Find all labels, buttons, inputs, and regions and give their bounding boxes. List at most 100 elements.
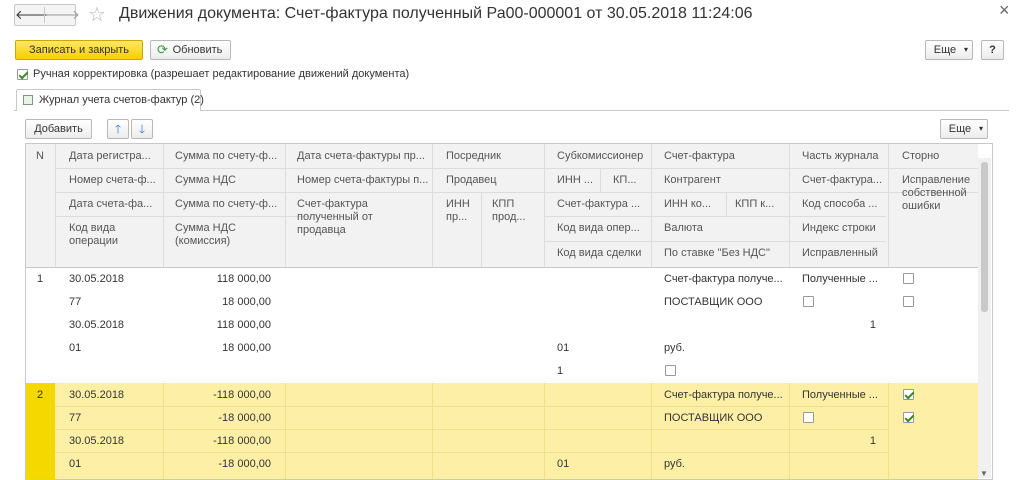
col-seller-invoice-date[interactable]: Дата счета-фактуры пр...: [297, 150, 429, 163]
cell-currency[interactable]: руб.: [664, 457, 685, 471]
manual-correction-checkbox[interactable]: [17, 69, 28, 80]
forward-button[interactable]: 🡒: [45, 5, 80, 25]
tab-invoice-journal[interactable]: Журнал учета счетов-фактур (2): [16, 89, 204, 111]
col-subcommissioner[interactable]: Субкомиссионер: [557, 150, 649, 163]
col-invoice-date[interactable]: Дата счета-фа...: [69, 198, 161, 211]
col-journal-part[interactable]: Часть журнала: [802, 150, 886, 163]
col-counterparty-kpp[interactable]: КПП к...: [735, 198, 787, 211]
arrow-right-icon: 🡒: [45, 7, 80, 22]
cell-vat-commission[interactable]: 18 000,00: [166, 341, 271, 355]
cell-invoice-sum[interactable]: 118 000,00: [166, 272, 271, 286]
scroll-down-icon[interactable]: ▼: [980, 469, 988, 478]
close-icon[interactable]: ×: [999, 0, 1010, 21]
col-invoice[interactable]: Счет-фактура: [664, 150, 786, 163]
move-down-button[interactable]: 🡓: [131, 119, 153, 139]
cell-invoice-sum-2[interactable]: 118 000,00: [166, 318, 271, 332]
cell-invoice-number[interactable]: 77: [69, 411, 81, 425]
cell-line-index[interactable]: 1: [802, 434, 876, 448]
journal-invoice-checkbox[interactable]: [803, 412, 814, 423]
cell-invoice[interactable]: Счет-фактура получе...: [664, 388, 786, 402]
col-seller-invoice-number[interactable]: Номер счета-фактуры п...: [297, 174, 429, 187]
col-vat-sum[interactable]: Сумма НДС: [175, 174, 283, 187]
grid-more-button[interactable]: Еще ▾: [940, 119, 988, 139]
col-sub-inn[interactable]: ИНН ...: [557, 174, 597, 187]
back-button[interactable]: 🡐: [15, 5, 50, 25]
col-n[interactable]: N: [36, 150, 44, 163]
cell-date-reg[interactable]: 30.05.2018: [69, 272, 124, 286]
vertical-scrollbar[interactable]: ▼: [978, 158, 991, 478]
add-button[interactable]: Добавить: [25, 119, 92, 139]
col-line-index[interactable]: Индекс строки: [802, 222, 886, 235]
cell-vat-commission[interactable]: -18 000,00: [166, 457, 271, 471]
col-sub-invoice[interactable]: Счет-фактура ...: [557, 198, 649, 211]
help-button[interactable]: ?: [981, 40, 1004, 60]
scrollbar-thumb[interactable]: [981, 162, 988, 312]
journal-invoice-checkbox[interactable]: [803, 296, 814, 307]
header-row-divider: [55, 168, 978, 169]
save-and-close-button[interactable]: Записать и закрыть: [15, 40, 143, 60]
col-operation-kind[interactable]: Код вида опер...: [557, 222, 649, 235]
col-invoice-sum[interactable]: Сумма по счету-ф...: [175, 150, 283, 163]
col-seller-inn[interactable]: ИНН пр...: [446, 198, 478, 224]
cell-currency[interactable]: руб.: [664, 341, 685, 355]
col-journal-invoice[interactable]: Счет-фактура...: [802, 174, 886, 187]
row-col-divider: [432, 383, 433, 479]
row-number: 2: [37, 389, 44, 401]
header-col-divider: [55, 144, 56, 267]
cell-invoice-sum-2[interactable]: -118 000,00: [166, 434, 271, 448]
cell-deal-code[interactable]: 1: [557, 364, 563, 378]
col-vat-commission[interactable]: Сумма НДС (комиссия): [175, 222, 275, 248]
cell-operation-kind[interactable]: 01: [557, 341, 569, 355]
register-records-table[interactable]: N Дата регистра... Номер счета-ф... Дата…: [25, 143, 993, 480]
storno-checkbox[interactable]: [903, 389, 914, 400]
move-up-button[interactable]: 🡑: [107, 119, 129, 139]
cell-invoice-date[interactable]: 30.05.2018: [69, 318, 124, 332]
col-deal-code[interactable]: Код вида сделки: [557, 247, 649, 260]
cell-invoice-number[interactable]: 77: [69, 295, 81, 309]
header-row-divider: [544, 241, 886, 242]
header-col-divider: [481, 192, 482, 267]
cell-operation-code[interactable]: 01: [69, 457, 81, 471]
col-method-code[interactable]: Код способа ...: [802, 198, 886, 211]
cell-invoice-sum[interactable]: -118 000,00: [166, 388, 271, 402]
no-vat-checkbox[interactable]: [665, 365, 676, 376]
cell-counterparty[interactable]: ПОСТАВЩИК ООО: [664, 295, 786, 309]
own-error-checkbox[interactable]: [903, 296, 914, 307]
favorite-star-icon[interactable]: ☆: [88, 2, 106, 27]
header-col-divider: [789, 144, 790, 267]
cell-operation-kind[interactable]: 01: [557, 457, 569, 471]
cell-counterparty[interactable]: ПОСТАВЩИК ООО: [664, 411, 786, 425]
refresh-button[interactable]: ⟳ Обновить: [150, 40, 231, 60]
col-date-reg[interactable]: Дата регистра...: [69, 150, 161, 163]
col-sub-kpp[interactable]: КП...: [613, 174, 649, 187]
header-col-divider: [651, 144, 652, 267]
cell-line-index[interactable]: 1: [802, 318, 876, 332]
col-intermediary[interactable]: Посредник: [446, 150, 542, 163]
own-error-checkbox[interactable]: [903, 412, 914, 423]
col-own-error[interactable]: Исправление собственной ошибки: [902, 174, 976, 213]
row-col-divider: [285, 383, 286, 479]
col-counterparty-inn[interactable]: ИНН ко...: [664, 198, 724, 211]
cell-operation-code[interactable]: 01: [69, 341, 81, 355]
col-operation-code[interactable]: Код вида операции: [69, 222, 159, 248]
col-storno[interactable]: Сторно: [902, 150, 976, 163]
col-currency[interactable]: Валюта: [664, 222, 786, 235]
chevron-down-icon: ▾: [963, 45, 968, 54]
col-no-vat[interactable]: По ставке "Без НДС": [664, 247, 786, 260]
col-seller-kpp[interactable]: КПП прод...: [492, 198, 540, 224]
cell-date-reg[interactable]: 30.05.2018: [69, 388, 124, 402]
col-invoice-sum-2[interactable]: Сумма по счету-ф...: [175, 198, 283, 211]
cell-journal-part[interactable]: Полученные ...: [802, 272, 886, 286]
cell-journal-part[interactable]: Полученные ...: [802, 388, 886, 402]
cell-vat-sum[interactable]: -18 000,00: [166, 411, 271, 425]
col-seller-invoice[interactable]: Счет-фактура полученный от продавца: [297, 198, 422, 237]
cell-invoice-date[interactable]: 30.05.2018: [69, 434, 124, 448]
cell-invoice[interactable]: Счет-фактура получе...: [664, 272, 786, 286]
storno-checkbox[interactable]: [903, 273, 914, 284]
more-button[interactable]: Еще ▾: [925, 40, 973, 60]
cell-vat-sum[interactable]: 18 000,00: [166, 295, 271, 309]
col-seller[interactable]: Продавец: [446, 174, 542, 187]
col-counterparty[interactable]: Контрагент: [664, 174, 786, 187]
col-corrected[interactable]: Исправленный: [802, 247, 886, 260]
col-invoice-number[interactable]: Номер счета-ф...: [69, 174, 161, 187]
